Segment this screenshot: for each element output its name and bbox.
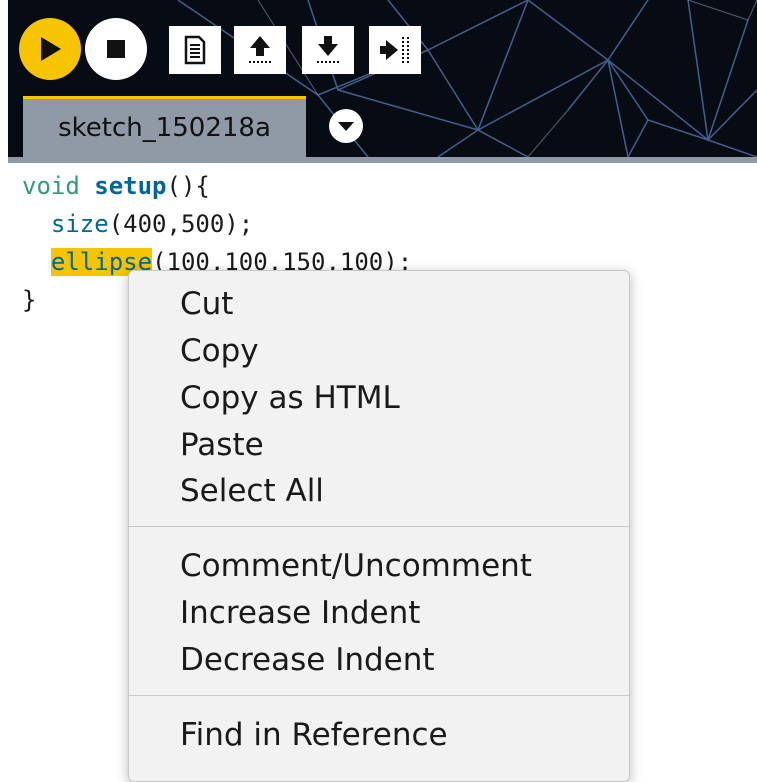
menu-item-comment-uncomment[interactable]: Comment/Uncomment <box>129 543 629 589</box>
code-line-2: size(400,500); <box>22 205 253 243</box>
open-icon <box>249 36 271 63</box>
code-line-1: void setup(){ <box>22 167 210 205</box>
tab-label: sketch_150218a <box>58 113 271 143</box>
new-sketch-icon <box>184 35 206 65</box>
menu-separator <box>129 695 629 696</box>
tab-sketch[interactable]: sketch_150218a <box>23 96 306 157</box>
function-size: size <box>50 210 109 238</box>
context-menu: Cut Copy Copy as HTML Paste Select All C… <box>128 270 630 782</box>
code-line-4: } <box>22 286 37 314</box>
export-button[interactable] <box>369 26 421 74</box>
menu-item-paste[interactable]: Paste <box>129 422 629 468</box>
tab-menu-button[interactable] <box>329 109 363 143</box>
export-icon <box>380 37 409 63</box>
menu-item-select-all[interactable]: Select All <box>129 468 629 514</box>
save-button[interactable] <box>302 26 354 74</box>
function-setup: setup <box>94 172 167 200</box>
keyword-void: void <box>22 172 80 200</box>
menu-item-decrease-indent[interactable]: Decrease Indent <box>129 637 629 683</box>
chevron-down-icon <box>338 122 354 131</box>
stop-button[interactable] <box>85 18 147 80</box>
run-button[interactable] <box>19 18 81 80</box>
menu-item-increase-indent[interactable]: Increase Indent <box>129 590 629 636</box>
code-text: (400,500); <box>108 210 254 238</box>
code-text: (){ <box>166 172 210 200</box>
play-icon <box>41 37 61 61</box>
menu-item-copy[interactable]: Copy <box>129 328 629 374</box>
save-icon <box>317 36 339 63</box>
open-button[interactable] <box>234 26 286 74</box>
menu-item-find-in-reference[interactable]: Find in Reference <box>129 712 629 758</box>
toolbar: sketch_150218a <box>8 0 757 157</box>
menu-item-copy-as-html[interactable]: Copy as HTML <box>129 375 629 421</box>
menu-item-cut[interactable]: Cut <box>129 281 629 327</box>
stop-icon <box>107 40 125 58</box>
new-sketch-button[interactable] <box>169 26 221 74</box>
menu-separator <box>129 526 629 527</box>
